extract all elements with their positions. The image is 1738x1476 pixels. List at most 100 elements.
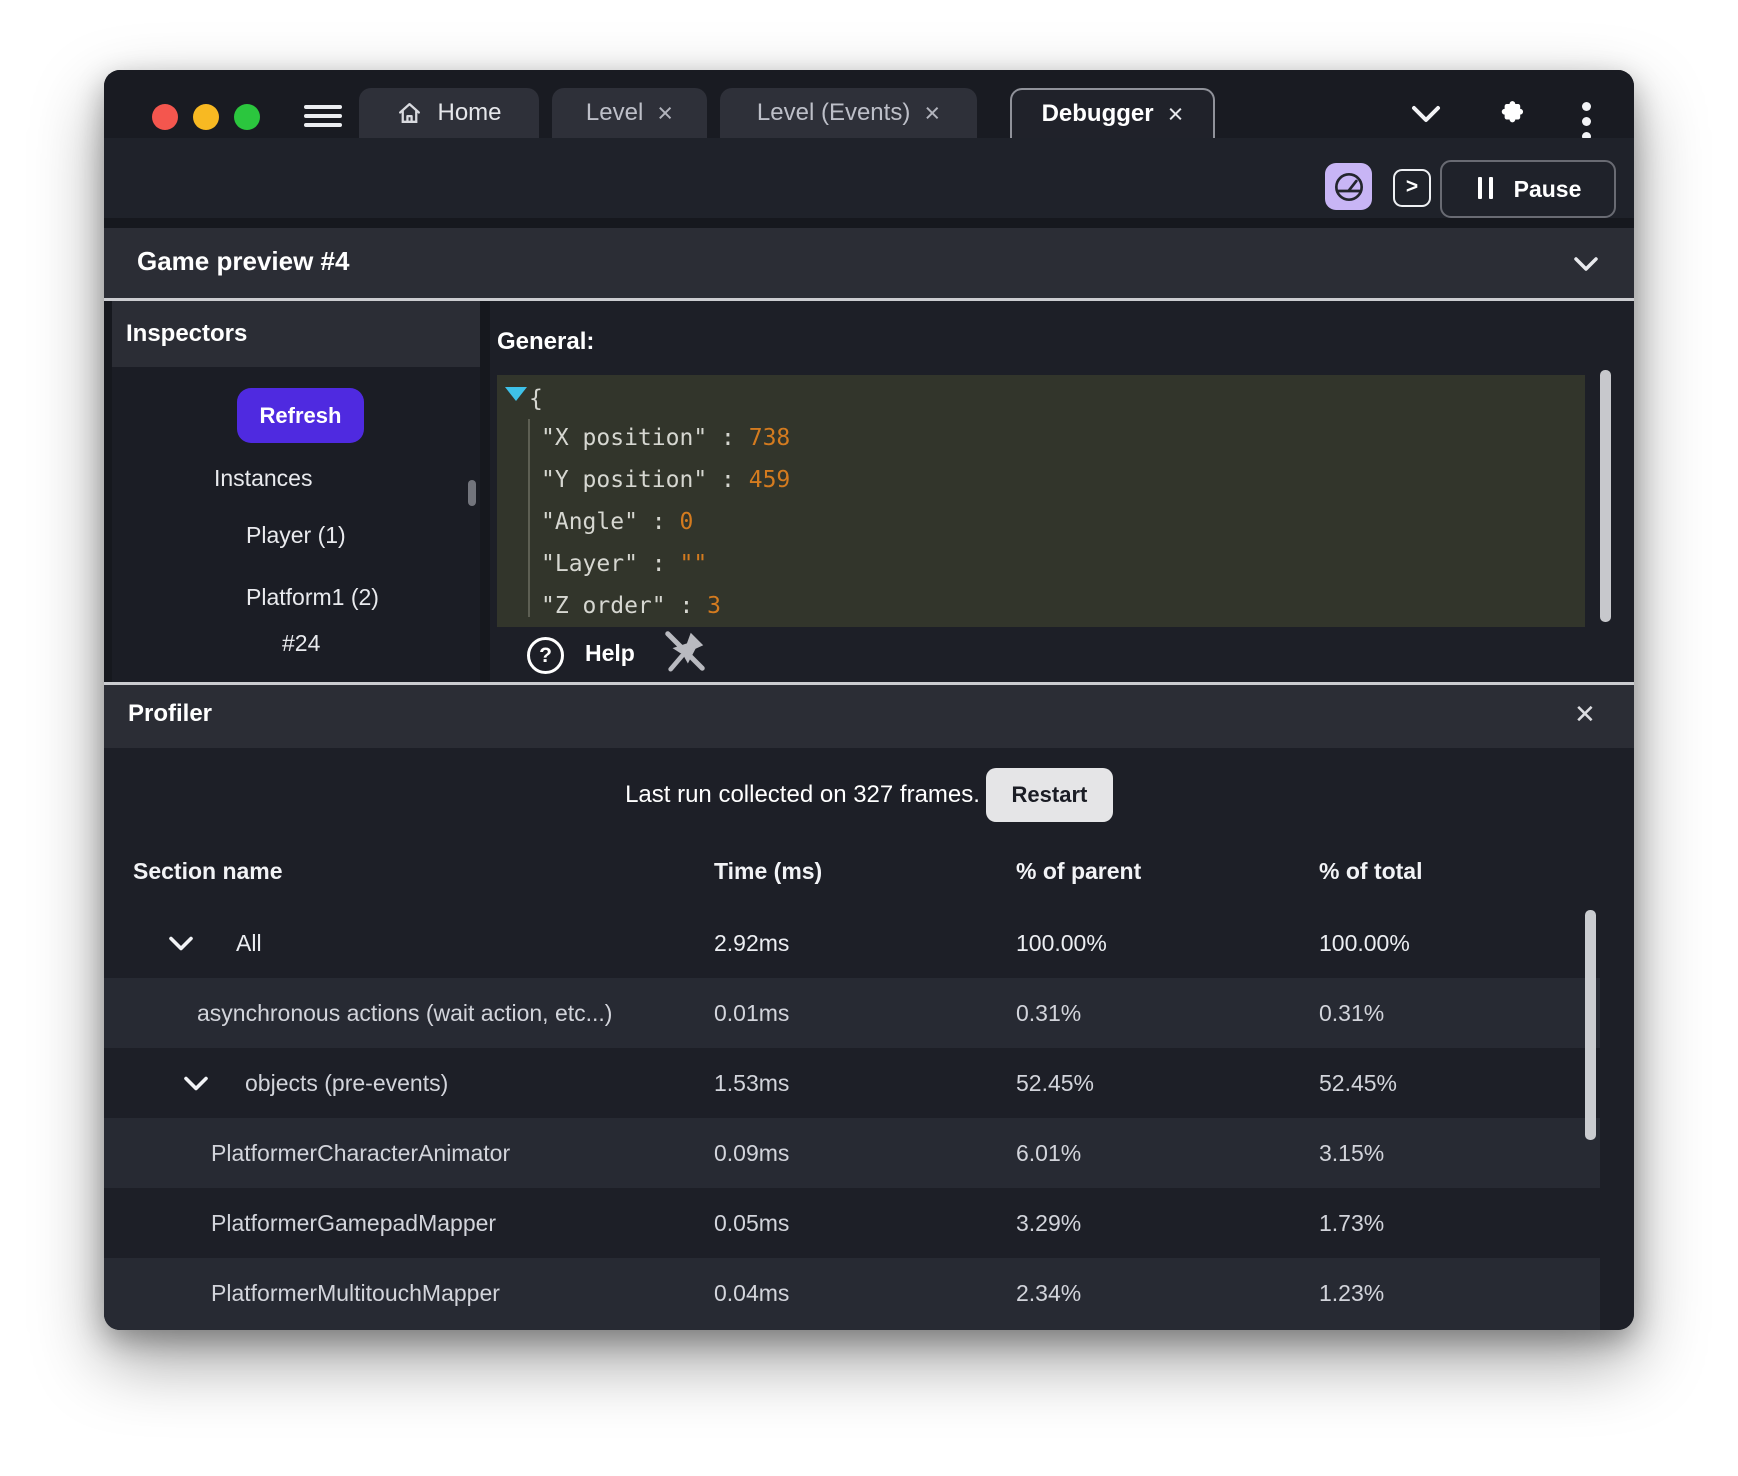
percent-total-value: 52.45% (1319, 1070, 1398, 1096)
debugger-window: Home Level × Level (Events) × Debugger × (104, 70, 1634, 1330)
percent-parent-value: 100.00% (1016, 930, 1107, 956)
section-name: All (236, 930, 262, 956)
tree-item-player[interactable]: Player (1) (246, 520, 346, 550)
console-button[interactable]: > (1393, 169, 1431, 207)
indent-guide (528, 419, 530, 617)
help-icon[interactable]: ? (527, 637, 564, 674)
json-property: "Layer" : "" (497, 543, 1585, 585)
general-title: General: (497, 328, 595, 355)
expander-triangle-icon[interactable] (505, 387, 527, 401)
expand-chevron-icon[interactable] (182, 1075, 210, 1092)
tab-level[interactable]: Level × (552, 88, 707, 138)
extensions-puzzle-icon[interactable] (1494, 99, 1528, 133)
profiler-table-scrollbar[interactable] (1585, 910, 1596, 1140)
pin-off-icon[interactable] (662, 628, 708, 674)
general-scrollbar[interactable] (1600, 370, 1611, 622)
expand-chevron-icon[interactable] (167, 935, 195, 952)
percent-total-value: 100.00% (1319, 930, 1410, 956)
json-key: "Layer" (541, 551, 638, 577)
percent-total-value: 3.15% (1319, 1140, 1385, 1166)
close-profiler-icon[interactable]: ✕ (1574, 699, 1596, 730)
table-row: asynchronous actions (wait action, etc..… (104, 978, 1600, 1048)
profiler-status-row: Last run collected on 327 frames. Restar… (104, 763, 1634, 827)
table-row: PlatformerGamepadMapper 0.05ms 3.29% 1.7… (104, 1188, 1600, 1258)
inspectors-title: Inspectors (126, 320, 248, 347)
percent-parent-value: 52.45% (1016, 1070, 1095, 1096)
table-row: PlatformerCharacterAnimator 0.09ms 6.01%… (104, 1118, 1600, 1188)
pause-button-label: Pause (1513, 175, 1582, 202)
time-value: 2.92ms (714, 930, 790, 956)
json-separator: : (707, 425, 749, 451)
tab-home[interactable]: Home (359, 88, 539, 138)
json-property: "Angle" : 0 (497, 501, 1585, 543)
table-row: All 2.92ms 100.00% 100.00% (104, 908, 1600, 978)
section-name: PlatformerMultitouchMapper (211, 1280, 500, 1306)
pause-button[interactable]: Pause (1440, 160, 1616, 218)
percent-parent-value: 2.34% (1016, 1280, 1082, 1306)
json-separator: : (707, 467, 749, 493)
percent-total-value: 0.31% (1319, 1000, 1385, 1026)
restart-button[interactable]: Restart (985, 768, 1113, 822)
percent-parent-value: 0.31% (1016, 1000, 1082, 1026)
json-value: "" (679, 551, 708, 577)
chevron-down-icon[interactable] (1409, 103, 1443, 125)
json-key: "Z order" (541, 593, 666, 619)
section-name: asynchronous actions (wait action, etc..… (197, 1000, 613, 1026)
percent-total-value: 1.23% (1319, 1280, 1385, 1306)
table-row: PlatformerMultitouchMapper 0.04ms 2.34% … (104, 1258, 1600, 1330)
json-property: "Y position" : 459 (497, 459, 1585, 501)
column-header-section-name: Section name (133, 858, 283, 884)
question-mark: ? (539, 643, 552, 667)
tab-level-events[interactable]: Level (Events) × (720, 88, 977, 138)
json-value: 459 (748, 467, 791, 493)
json-separator: : (665, 593, 708, 619)
section-name: PlatformerGamepadMapper (211, 1210, 497, 1236)
section-name: PlatformerCharacterAnimator (211, 1140, 511, 1166)
close-tab-icon[interactable]: × (657, 99, 673, 127)
window-close-button[interactable] (152, 104, 178, 130)
column-header-time: Time (ms) (714, 858, 823, 884)
json-key: "Y position" (541, 467, 708, 493)
inspectors-scrollbar[interactable] (468, 480, 476, 506)
percent-parent-value: 6.01% (1016, 1140, 1082, 1166)
close-tab-icon[interactable]: × (924, 99, 940, 127)
help-link[interactable]: Help (585, 640, 635, 667)
tab-label: Debugger (1041, 100, 1154, 127)
json-value: 0 (679, 509, 694, 535)
close-tab-icon[interactable]: × (1168, 100, 1184, 128)
main-menu-icon[interactable] (304, 105, 342, 129)
table-row: objects (pre-events) 1.53ms 52.45% 52.45… (104, 1048, 1600, 1118)
section-name: objects (pre-events) (245, 1070, 449, 1096)
tree-item-24[interactable]: #24 (282, 628, 320, 658)
window-zoom-button[interactable] (234, 104, 260, 130)
tree-item-platform1[interactable]: Platform1 (2) (246, 582, 379, 612)
profiler-status-text: Last run collected on 327 frames. (625, 781, 980, 808)
refresh-button[interactable]: Refresh (237, 388, 364, 443)
time-value: 0.09ms (714, 1140, 790, 1166)
tab-bar: Home Level × Level (Events) × Debugger × (104, 70, 1634, 141)
game-preview-title: Game preview #4 (137, 246, 350, 276)
json-separator: : (637, 551, 680, 577)
game-preview-header[interactable]: Game preview #4 (104, 228, 1634, 298)
column-header-percent-parent: % of parent (1016, 858, 1142, 884)
json-key: "Angle" (541, 509, 638, 535)
tab-label: Level (Events) (756, 99, 911, 126)
tab-label: Level (585, 99, 644, 126)
json-property: "X position" : 738 (497, 417, 1585, 459)
time-value: 0.04ms (714, 1280, 790, 1306)
tab-debugger[interactable]: Debugger × (1010, 88, 1215, 138)
column-header-percent-total: % of total (1319, 858, 1423, 884)
pause-icon (1475, 176, 1497, 202)
json-inspector: { "X position" : 738 "Y position" : 459 … (497, 375, 1585, 627)
inspectors-header: Inspectors (112, 301, 480, 367)
collapse-chevron-icon[interactable] (1572, 255, 1600, 273)
tree-item-instances[interactable]: Instances (214, 463, 312, 493)
time-value: 0.01ms (714, 1000, 790, 1026)
window-minimize-button[interactable] (193, 104, 219, 130)
console-prompt-icon: > (1405, 175, 1419, 198)
json-open-brace: { (529, 386, 543, 412)
json-key: "X position" (541, 425, 708, 451)
profiler-toggle-button[interactable] (1325, 163, 1372, 210)
time-value: 0.05ms (714, 1210, 790, 1236)
json-value: 3 (707, 593, 722, 619)
